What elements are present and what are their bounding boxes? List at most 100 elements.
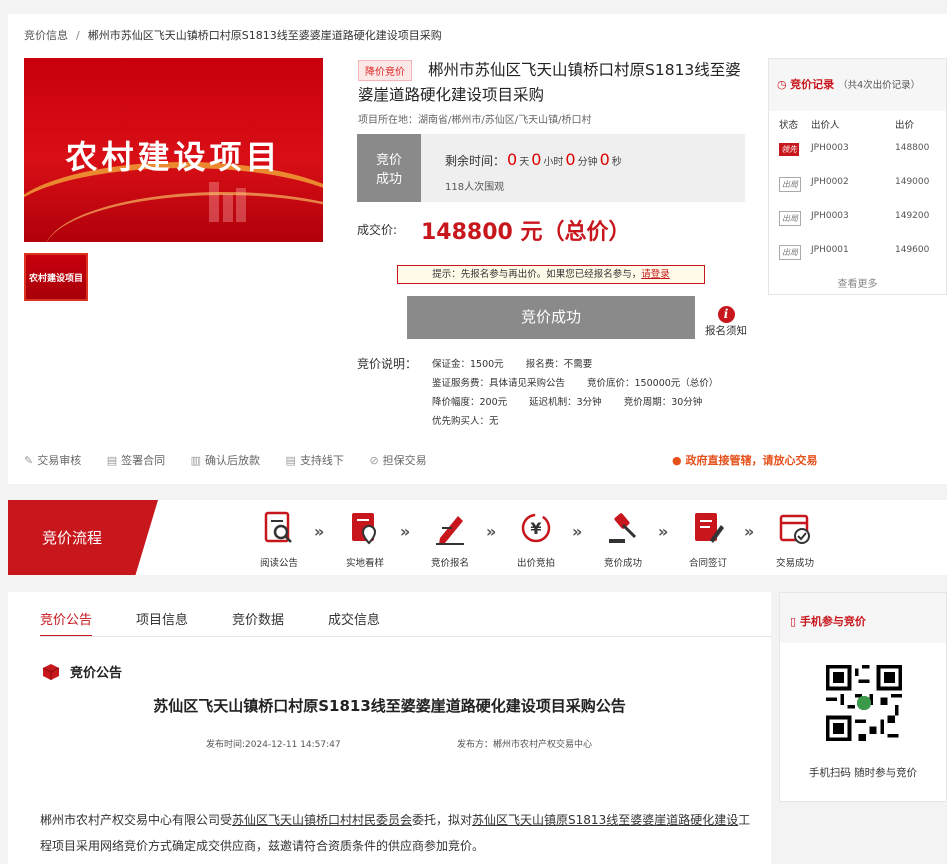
step-label: 阅读公告 — [259, 558, 298, 569]
status-tag-out: 出局 — [779, 211, 801, 226]
deal-price-label: 成交价: — [357, 223, 398, 237]
banner-thumbnail[interactable]: 农村建设项目 — [24, 253, 88, 301]
body-underlined: 苏仙区飞天山镇原S1813线至婆婆崖道路硬化建设 — [472, 813, 739, 827]
sign-pen-icon — [436, 516, 464, 545]
bid-price: 149200 — [895, 211, 930, 221]
document-location-icon — [352, 513, 377, 545]
step-label: 交易成功 — [775, 558, 814, 569]
bid-price: 148800 — [895, 143, 930, 153]
tab-divider — [40, 636, 771, 637]
project-location: 项目所在地：湖南省/郴州市/苏仙区/飞天山镇/桥口村 — [358, 111, 591, 126]
col-price: 出价 — [895, 120, 915, 131]
service-link[interactable]: ▥ 确认后放款 — [191, 454, 260, 467]
service-link[interactable]: ✎ 交易审核 — [24, 454, 81, 467]
service-links: ✎ 交易审核 ▤ 签署合同 ▥ 确认后放款 ▤ 支持线下 ⊘ 担保交易 — [24, 452, 449, 468]
bid-table-header: 状态 出价人 出价 — [769, 111, 946, 133]
bid-records-title: 竞价记录 — [790, 78, 835, 91]
project-banner-image: 农村建设项目 — [24, 58, 323, 242]
rule-deposit: 保证金：1500元 — [432, 359, 504, 370]
announcement-body: 郴州市农村产权交易中心有限公司受苏仙区飞天山镇桥口村村民委员会委托，拟对苏仙区飞… — [40, 807, 760, 859]
svg-text:¥: ¥ — [530, 519, 541, 538]
service-link-label: 支持线下 — [299, 454, 344, 467]
bid-records-header: ◷ 竞价记录 （共4次出价记录） — [769, 59, 946, 111]
bid-price: 149000 — [895, 177, 930, 187]
gov-notice: ● 政府直接管辖，请放心交易 — [672, 452, 817, 468]
bid-row: 领先 JPH0003 148800 — [769, 133, 946, 167]
location-label: 项目所在地： — [358, 115, 418, 126]
hours-unit: 小时 — [543, 157, 564, 168]
col-status: 状态 — [779, 120, 799, 131]
days-unit: 天 — [519, 157, 530, 168]
service-link-label: 确认后放款 — [205, 454, 261, 467]
step-arrow-icon: » — [400, 522, 411, 541]
minutes-value: 0 — [565, 150, 576, 169]
bid-count: （共4次出价记录） — [838, 80, 921, 91]
clock-icon: ◷ — [777, 78, 787, 91]
rules-label: 竞价说明： — [357, 357, 418, 371]
days-value: 0 — [507, 150, 518, 169]
col-bidder: 出价人 — [811, 120, 840, 131]
mobile-card-header: ▯ 手机参与竞价 — [780, 593, 946, 643]
bid-rules: 保证金：1500元 报名费：不需要 鉴证服务费：具体请见采购公告 竞价底价：1500… — [432, 355, 740, 431]
step-arrow-icon: » — [486, 522, 497, 541]
remaining-time: 剩余时间： 0 天 0 小时 0 分钟 0 秒 — [445, 150, 622, 169]
service-link-label: 签署合同 — [121, 454, 166, 467]
status-tag-out: 出局 — [779, 177, 801, 192]
bid-records-panel: ◷ 竞价记录 （共4次出价记录） 状态 出价人 出价 领先 JPH0003 14880… — [768, 58, 947, 295]
seconds-value: 0 — [599, 150, 610, 169]
section-heading-text: 竞价公告 — [70, 666, 123, 681]
login-link[interactable]: 请登录 — [641, 269, 670, 280]
document-search-icon — [264, 511, 292, 543]
seconds-unit: 秒 — [611, 157, 622, 168]
announcement-title: 苏仙区飞天山镇桥口村原S1813线至婆婆崖道路硬化建设项目采购公告 — [153, 697, 626, 715]
breadcrumb-root[interactable]: 竞价信息 — [24, 29, 68, 42]
rule-delay: 延迟机制：3分钟 — [529, 397, 602, 408]
breadcrumb-current: 郴州市苏仙区飞天山镇桥口村原S1813线至婆婆崖道路硬化建设项目采购 — [87, 29, 442, 42]
service-link[interactable]: ▤ 签署合同 — [107, 454, 165, 467]
body-underlined: 苏仙区飞天山镇桥口村村民委员会 — [232, 813, 413, 827]
bidder-id: JPH0001 — [811, 245, 849, 255]
publish-time: 发布时间:2024-12-11 14:57:47 — [206, 740, 341, 750]
bid-row: 出局 JPH0003 149200 — [769, 201, 946, 235]
tip-text: 提示：先报名参与再出价。如果您已经报名参与， — [432, 269, 642, 280]
step-read-notice: 阅读公告 — [243, 510, 315, 569]
registration-notice-link[interactable]: i 报名须知 — [703, 306, 749, 338]
status-badge-line: 竞价 — [375, 153, 402, 168]
banner-title: 农村建设项目 — [65, 138, 282, 176]
bid-price: 149600 — [895, 245, 930, 255]
tab-project-info[interactable]: 项目信息 — [136, 609, 188, 635]
bidder-id: JPH0003 — [811, 143, 849, 153]
edit-icon: ✎ — [24, 454, 34, 467]
service-link-label: 担保交易 — [382, 454, 427, 467]
qr-code-image — [826, 665, 902, 741]
gov-notice-text: 政府直接管辖，请放心交易 — [685, 454, 818, 467]
document-icon: ▤ — [106, 454, 118, 467]
bid-row: 出局 JPH0001 149600 — [769, 235, 946, 269]
step-label: 合同签订 — [688, 558, 727, 569]
step-label: 竞价报名 — [430, 558, 469, 569]
project-title: 郴州市苏仙区飞天山镇桥口村原S1813线至婆婆崖道路硬化建设项目采购 — [358, 61, 741, 104]
view-more-link[interactable]: 查看更多 — [769, 275, 946, 290]
tab-deal-info[interactable]: 成交信息 — [328, 609, 380, 635]
step-success: 竞价成功 — [587, 510, 659, 569]
tab-bid-data[interactable]: 竞价数据 — [232, 609, 284, 635]
bidder-id: JPH0002 — [811, 177, 849, 187]
step-bid: ¥ 出价竞拍 — [500, 510, 572, 569]
yuan-refresh-icon: ¥ — [521, 513, 551, 543]
step-arrow-icon: » — [572, 522, 583, 541]
notice-label: 报名须知 — [705, 325, 747, 337]
tab-bid-notice[interactable]: 竞价公告 — [40, 609, 93, 637]
rule-priority: 优先购买人：无 — [432, 416, 499, 427]
service-link[interactable]: ⊘ 担保交易 — [369, 454, 426, 467]
status-box: 竞价 成功 剩余时间： 0 天 0 小时 0 分钟 0 秒 118人次围观 — [357, 134, 745, 202]
rule-base-price: 竞价底价：150000元（总价） — [587, 378, 719, 389]
login-tip: 提示：先报名参与再出价。如果您已经报名参与，请登录 — [397, 265, 705, 284]
location-value: 湖南省/郴州市/苏仙区/飞天山镇/桥口村 — [418, 115, 592, 126]
rule-service-fee: 鉴证服务费：具体请见采购公告 — [432, 378, 566, 389]
bid-status-button[interactable]: 竞价成功 — [407, 296, 695, 339]
step-label: 实地看样 — [345, 558, 384, 569]
box-check-icon — [779, 514, 810, 544]
service-link[interactable]: ▤ 支持线下 — [286, 454, 344, 467]
gavel-icon — [609, 513, 637, 543]
body-text: 郴州市农村产权交易中心有限公司受 — [40, 813, 233, 827]
